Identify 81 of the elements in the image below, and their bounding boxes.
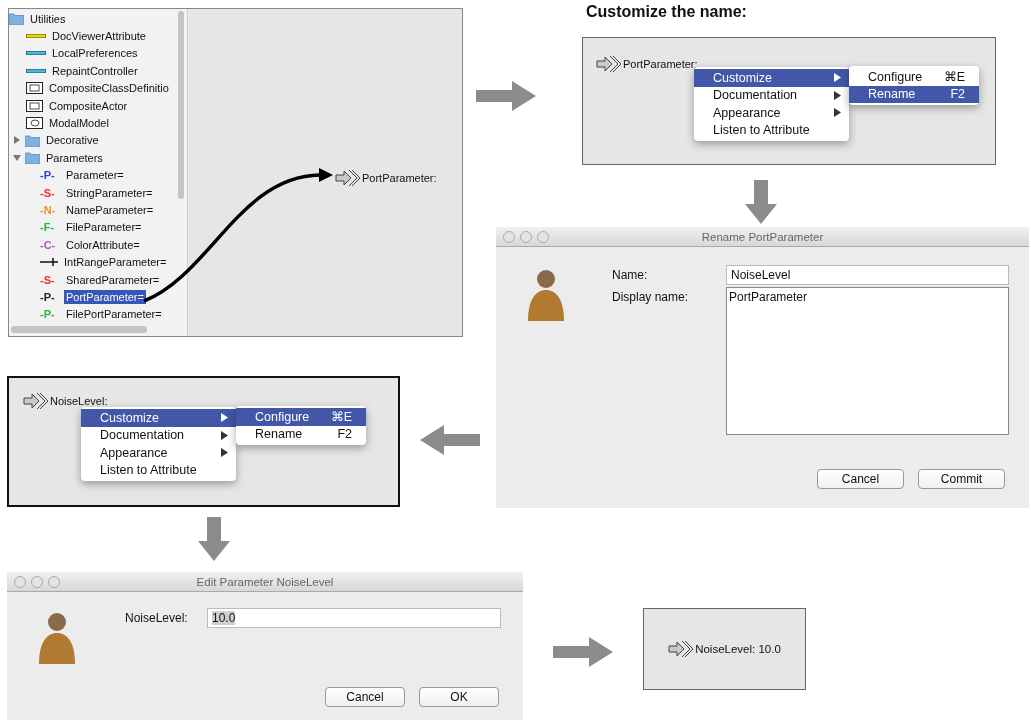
window-control-button[interactable] [48, 576, 60, 588]
expand-triangle-icon[interactable] [13, 136, 21, 145]
dialog-button[interactable]: OK [419, 687, 499, 707]
tree-item[interactable]: Utilities [28, 11, 68, 26]
folder-icon [25, 151, 40, 165]
menu-item[interactable]: Customize [694, 69, 849, 87]
dialog-button[interactable]: Cancel [817, 469, 904, 489]
composite-actor-icon [26, 99, 43, 112]
field-label: Name: [612, 267, 649, 282]
input-field[interactable]: NoiseLevel [726, 265, 1009, 285]
menu-item[interactable]: Listen to Attribute [694, 121, 849, 139]
flow-arrow [476, 81, 536, 111]
tree-item[interactable]: Decorative [44, 133, 101, 148]
parameter-glyph: -P- [40, 308, 56, 321]
window-title: Rename PortParameter [701, 230, 824, 243]
flow-arrow [745, 180, 777, 224]
tree-item[interactable]: PortParameter= [64, 289, 146, 304]
tree-item[interactable]: LocalPreferences [50, 46, 140, 61]
tree-item[interactable]: IntRangeParameter= [62, 255, 169, 270]
input-field[interactable]: 10.0 [207, 608, 501, 628]
window-control-button[interactable] [503, 231, 515, 243]
parameter-glyph: -F- [40, 221, 56, 234]
dialog-button[interactable]: Commit [918, 469, 1005, 489]
tree-item[interactable]: RepaintController [50, 63, 140, 78]
tree-item[interactable]: CompositeClassDefinitio [47, 81, 171, 96]
range-icon [40, 258, 58, 267]
parameter-glyph: -S- [40, 273, 56, 286]
port-label: NoiseLevel: [50, 395, 108, 407]
port-icon [23, 392, 49, 410]
menu-item[interactable]: Documentation [81, 426, 236, 444]
tree-item[interactable]: ColorAttribute= [64, 237, 142, 252]
menu-item[interactable]: Rename F2 [236, 425, 366, 443]
port-icon [335, 169, 361, 187]
menu-item[interactable]: Listen to Attribute [81, 461, 236, 479]
tree-item[interactable]: ModalModel [47, 116, 111, 131]
window-title: Edit Parameter NoiseLevel [196, 575, 334, 588]
tree-item[interactable]: StringParameter= [64, 185, 155, 200]
menu-item[interactable]: Customize [81, 409, 236, 427]
modal-model-icon [26, 117, 43, 130]
scrollbar[interactable] [178, 11, 184, 199]
port-label: NoiseLevel: 10.0 [695, 643, 781, 655]
text-area[interactable]: PortParameter [726, 287, 1009, 435]
menu-item[interactable]: Rename F2 [849, 85, 979, 103]
menu-item[interactable]: Documentation [694, 86, 849, 104]
flow-arrow [198, 517, 230, 561]
tree-item[interactable]: NameParameter= [64, 203, 156, 217]
menu-item[interactable]: Appearance [694, 104, 849, 122]
menu-item[interactable]: Appearance [81, 444, 236, 462]
window-control-button[interactable] [520, 231, 532, 243]
parameter-glyph: -C- [40, 238, 57, 251]
composite-actor-icon [26, 82, 43, 95]
port-icon [596, 55, 622, 73]
dialog-button[interactable]: Cancel [325, 687, 405, 707]
tree-item[interactable]: Parameters [44, 150, 105, 165]
port-label: PortParameter: [362, 172, 437, 184]
flow-arrow [553, 637, 613, 667]
window-control-button[interactable] [31, 576, 43, 588]
parameter-glyph: -S- [40, 186, 56, 199]
folder-icon [9, 12, 24, 26]
tree-item[interactable]: FileParameter= [64, 220, 144, 235]
tree-item[interactable]: Parameter= [64, 168, 126, 183]
heading: Customize the name: [586, 3, 747, 21]
flow-arrow [420, 425, 480, 455]
field-label: Display name: [612, 289, 690, 304]
window-control-button[interactable] [537, 231, 549, 243]
port-label: PortParameter: [623, 58, 698, 70]
menu-item[interactable]: Configure ⌘E [236, 408, 366, 426]
window-control-button[interactable] [14, 576, 26, 588]
field-label: NoiseLevel: [125, 610, 189, 625]
port-icon [668, 640, 695, 658]
parameter-glyph: -P- [40, 169, 56, 182]
tree-item[interactable]: SharedParameter= [64, 272, 162, 287]
scrollbar[interactable] [11, 326, 147, 333]
menu-item[interactable]: Configure ⌘E [849, 68, 979, 86]
tree-item[interactable]: FilePortParameter= [64, 307, 164, 322]
parameter-glyph: -N- [40, 204, 57, 216]
tree-item[interactable]: CompositeActor [47, 98, 130, 113]
parameter-glyph: -P- [40, 290, 56, 303]
folder-icon [25, 133, 40, 147]
collapse-triangle-icon[interactable] [13, 153, 21, 162]
tree-item[interactable]: DocViewerAttribute [50, 29, 148, 44]
